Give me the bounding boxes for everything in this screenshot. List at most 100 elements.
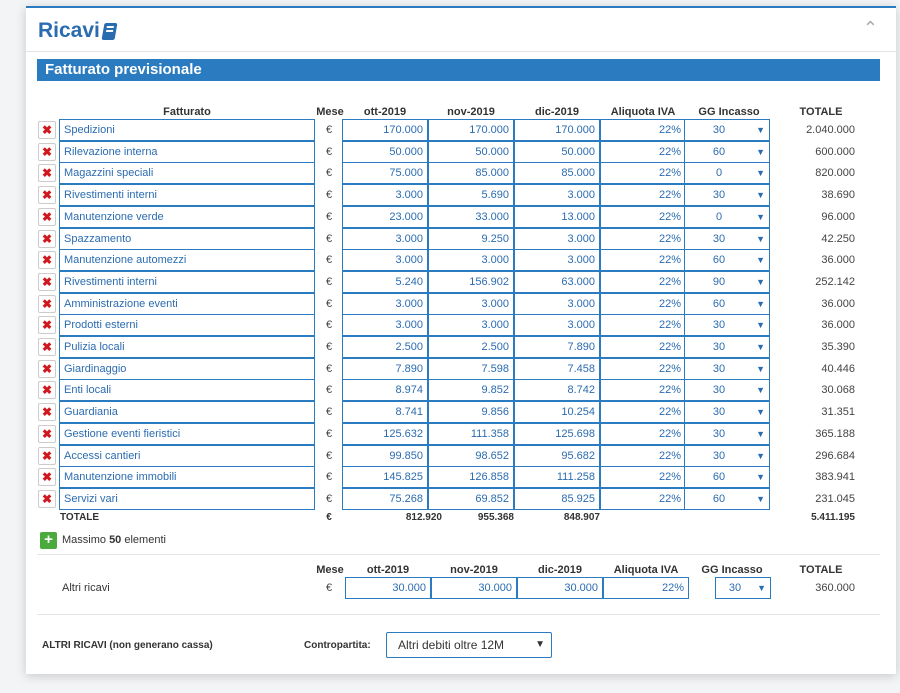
altri-m2-input[interactable]: 30.000 xyxy=(431,577,517,599)
row-m2-input[interactable]: 5.690 xyxy=(428,184,514,206)
row-iva-input[interactable]: 22% xyxy=(600,379,686,401)
row-name-input[interactable]: Manutenzione verde xyxy=(59,206,315,228)
delete-icon[interactable]: ✖ xyxy=(38,273,56,291)
row-m3-input[interactable]: 85.925 xyxy=(514,488,600,510)
add-row-button[interactable]: + xyxy=(40,532,57,549)
row-name-input[interactable]: Gestione eventi fieristici xyxy=(59,423,315,445)
row-m3-input[interactable]: 63.000 xyxy=(514,271,600,293)
row-m1-input[interactable]: 3.000 xyxy=(342,293,428,315)
row-m3-input[interactable]: 85.000 xyxy=(514,162,600,184)
row-gg-select[interactable]: 0 ▼ xyxy=(684,206,770,228)
row-name-input[interactable]: Rivestimenti interni xyxy=(59,271,315,293)
row-m3-input[interactable]: 3.000 xyxy=(514,228,600,250)
row-m3-input[interactable]: 3.000 xyxy=(514,184,600,206)
row-iva-input[interactable]: 22% xyxy=(600,314,686,336)
delete-icon[interactable]: ✖ xyxy=(38,360,56,378)
row-iva-input[interactable]: 22% xyxy=(600,271,686,293)
row-gg-select[interactable]: 30 ▼ xyxy=(684,445,770,467)
row-m1-input[interactable]: 170.000 xyxy=(342,119,428,141)
row-iva-input[interactable]: 22% xyxy=(600,228,686,250)
delete-icon[interactable]: ✖ xyxy=(38,251,56,269)
row-gg-select[interactable]: 90 ▼ xyxy=(684,271,770,293)
delete-icon[interactable]: ✖ xyxy=(38,468,56,486)
row-m1-input[interactable]: 3.000 xyxy=(342,228,428,250)
row-iva-input[interactable]: 22% xyxy=(600,423,686,445)
row-m2-input[interactable]: 9.852 xyxy=(428,379,514,401)
row-name-input[interactable]: Spazzamento xyxy=(59,228,315,250)
delete-icon[interactable]: ✖ xyxy=(38,403,56,421)
row-m2-input[interactable]: 126.858 xyxy=(428,466,514,488)
row-m2-input[interactable]: 3.000 xyxy=(428,293,514,315)
row-m3-input[interactable]: 7.458 xyxy=(514,358,600,380)
row-m1-input[interactable]: 2.500 xyxy=(342,336,428,358)
delete-icon[interactable]: ✖ xyxy=(38,490,56,508)
row-m1-input[interactable]: 75.268 xyxy=(342,488,428,510)
row-iva-input[interactable]: 22% xyxy=(600,401,686,423)
row-name-input[interactable]: Spedizioni xyxy=(59,119,315,141)
row-m3-input[interactable]: 13.000 xyxy=(514,206,600,228)
delete-icon[interactable]: ✖ xyxy=(38,143,56,161)
row-m3-input[interactable]: 170.000 xyxy=(514,119,600,141)
row-iva-input[interactable]: 22% xyxy=(600,119,686,141)
row-name-input[interactable]: Guardiania xyxy=(59,401,315,423)
row-gg-select[interactable]: 30 ▼ xyxy=(684,119,770,141)
delete-icon[interactable]: ✖ xyxy=(38,208,56,226)
row-name-input[interactable]: Magazzini speciali xyxy=(59,162,315,184)
delete-icon[interactable]: ✖ xyxy=(38,316,56,334)
row-iva-input[interactable]: 22% xyxy=(600,445,686,467)
row-name-input[interactable]: Rilevazione interna xyxy=(59,141,315,163)
row-name-input[interactable]: Giardinaggio xyxy=(59,358,315,380)
row-m1-input[interactable]: 50.000 xyxy=(342,141,428,163)
row-m1-input[interactable]: 3.000 xyxy=(342,184,428,206)
delete-icon[interactable]: ✖ xyxy=(38,338,56,356)
row-m1-input[interactable]: 75.000 xyxy=(342,162,428,184)
row-name-input[interactable]: Prodotti esterni xyxy=(59,314,315,336)
delete-icon[interactable]: ✖ xyxy=(38,381,56,399)
contropartita-select[interactable]: Altri debiti oltre 12M ▼ xyxy=(386,632,552,658)
row-gg-select[interactable]: 30 ▼ xyxy=(684,358,770,380)
row-name-input[interactable]: Manutenzione immobili xyxy=(59,466,315,488)
delete-icon[interactable]: ✖ xyxy=(38,425,56,443)
row-m3-input[interactable]: 3.000 xyxy=(514,293,600,315)
row-m2-input[interactable]: 85.000 xyxy=(428,162,514,184)
row-gg-select[interactable]: 0 ▼ xyxy=(684,162,770,184)
row-m3-input[interactable]: 3.000 xyxy=(514,314,600,336)
row-name-input[interactable]: Manutenzione automezzi xyxy=(59,249,315,271)
row-m2-input[interactable]: 170.000 xyxy=(428,119,514,141)
row-name-input[interactable]: Accessi cantieri xyxy=(59,445,315,467)
row-m1-input[interactable]: 5.240 xyxy=(342,271,428,293)
row-name-input[interactable]: Pulizia locali xyxy=(59,336,315,358)
altri-m1-input[interactable]: 30.000 xyxy=(345,577,431,599)
row-iva-input[interactable]: 22% xyxy=(600,184,686,206)
row-gg-select[interactable]: 60 ▼ xyxy=(684,488,770,510)
row-m1-input[interactable]: 145.825 xyxy=(342,466,428,488)
row-gg-select[interactable]: 30 ▼ xyxy=(684,379,770,401)
row-m2-input[interactable]: 156.902 xyxy=(428,271,514,293)
altri-iva-input[interactable]: 22% xyxy=(603,577,689,599)
row-m2-input[interactable]: 111.358 xyxy=(428,423,514,445)
row-m1-input[interactable]: 3.000 xyxy=(342,249,428,271)
row-iva-input[interactable]: 22% xyxy=(600,249,686,271)
row-gg-select[interactable]: 60 ▼ xyxy=(684,466,770,488)
delete-icon[interactable]: ✖ xyxy=(38,447,56,465)
row-iva-input[interactable]: 22% xyxy=(600,141,686,163)
delete-icon[interactable]: ✖ xyxy=(38,121,56,139)
row-m2-input[interactable]: 3.000 xyxy=(428,249,514,271)
row-name-input[interactable]: Enti locali xyxy=(59,379,315,401)
row-name-input[interactable]: Amministrazione eventi xyxy=(59,293,315,315)
delete-icon[interactable]: ✖ xyxy=(38,230,56,248)
book-icon[interactable] xyxy=(101,23,118,40)
row-iva-input[interactable]: 22% xyxy=(600,358,686,380)
row-m3-input[interactable]: 125.698 xyxy=(514,423,600,445)
row-name-input[interactable]: Rivestimenti interni xyxy=(59,184,315,206)
row-m3-input[interactable]: 111.258 xyxy=(514,466,600,488)
altri-gg-select[interactable]: 30 ▼ xyxy=(715,577,771,599)
row-m2-input[interactable]: 3.000 xyxy=(428,314,514,336)
row-gg-select[interactable]: 30 ▼ xyxy=(684,184,770,206)
row-m2-input[interactable]: 9.856 xyxy=(428,401,514,423)
row-iva-input[interactable]: 22% xyxy=(600,488,686,510)
row-m2-input[interactable]: 2.500 xyxy=(428,336,514,358)
row-iva-input[interactable]: 22% xyxy=(600,466,686,488)
row-m3-input[interactable]: 10.254 xyxy=(514,401,600,423)
row-m2-input[interactable]: 98.652 xyxy=(428,445,514,467)
